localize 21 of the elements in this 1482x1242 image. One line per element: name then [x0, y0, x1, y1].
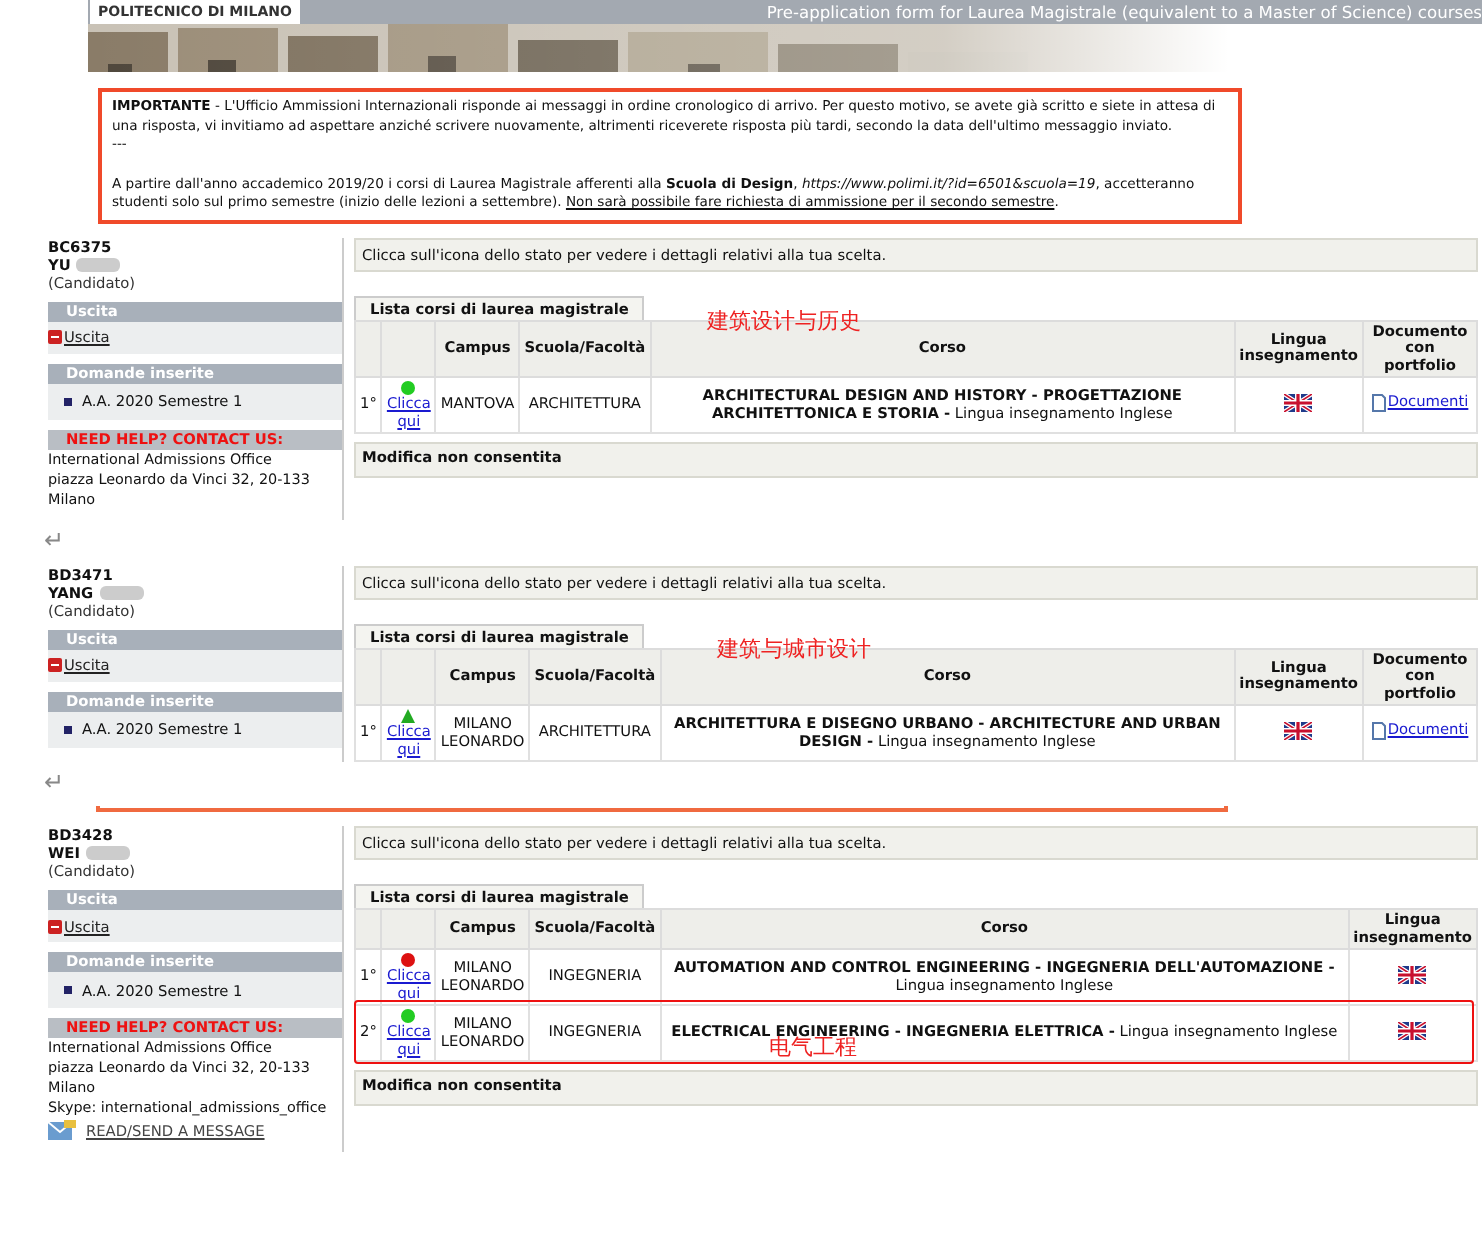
bullet-icon [64, 725, 72, 733]
bullet-icon [64, 986, 72, 994]
blurred-surname [85, 846, 130, 860]
bullet-icon [64, 397, 72, 405]
annotation-text: 建筑设计与历史 [707, 313, 862, 330]
document-icon [1371, 393, 1386, 412]
uk-flag-icon [1284, 393, 1313, 412]
blurred-surname [99, 585, 144, 599]
exit-icon [48, 330, 62, 344]
return-mark: ↵ [44, 527, 67, 551]
uk-flag-icon [1398, 1021, 1427, 1040]
exit-icon [48, 658, 62, 672]
annotation-text: 电气工程 [769, 1040, 858, 1057]
document-icon [1371, 721, 1386, 740]
uk-flag-icon [1284, 721, 1313, 740]
exit-icon [48, 919, 62, 933]
return-mark: ↵ [44, 770, 67, 794]
uk-flag-icon [1398, 965, 1427, 984]
blurred-surname [76, 257, 121, 271]
form-title: Pre-application form for Laurea Magistrale (equivalent to a Master of Science) courses [766, 2, 1482, 22]
annotation-text: 建筑与城市设计 [717, 641, 872, 658]
